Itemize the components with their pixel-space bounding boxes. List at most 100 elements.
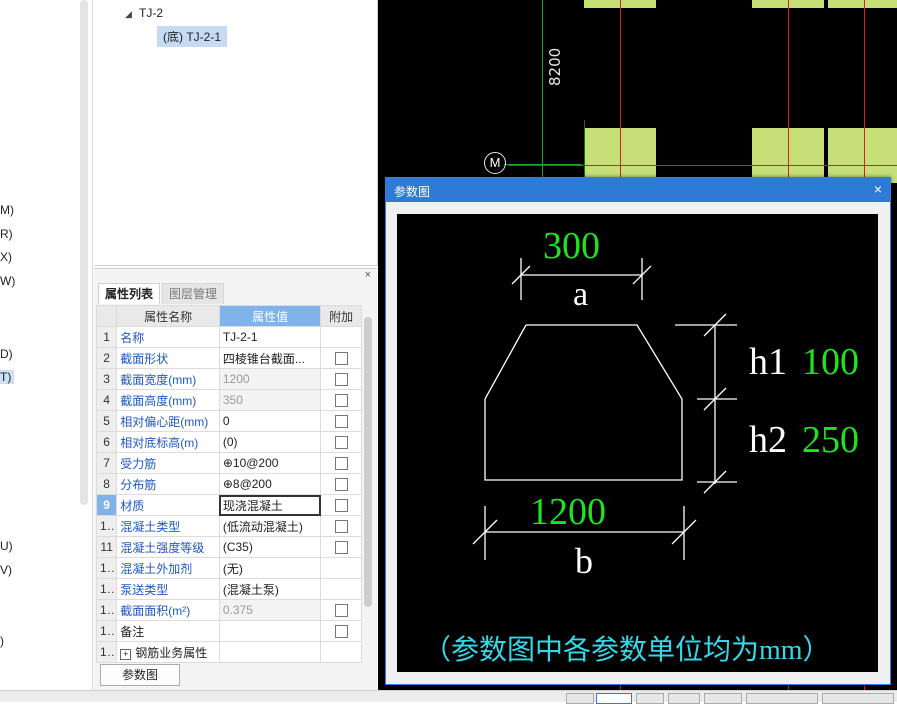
dim-value-top-width: 300	[543, 225, 600, 267]
property-row[interactable]: 2 截面形状 四棱锥台截面...	[95, 347, 362, 369]
extra-checkbox[interactable]	[334, 394, 348, 408]
property-value[interactable]: 四棱锥台截面...	[218, 347, 322, 369]
footing-pad[interactable]	[828, 128, 897, 183]
property-name-text: 备注	[120, 624, 145, 639]
status-button[interactable]	[822, 693, 894, 704]
property-row[interactable]: 1 名称 TJ-2-1	[95, 326, 362, 348]
left-list-item[interactable]: D)	[0, 347, 13, 361]
property-name: 混凝土外加剂	[116, 557, 220, 579]
extra-checkbox[interactable]	[334, 541, 348, 555]
extra-checkbox[interactable]	[334, 520, 348, 534]
property-row[interactable]: 11 混凝土强度等级 (C35)	[95, 536, 362, 558]
left-list-item[interactable]: R)	[0, 227, 13, 241]
extra-checkbox[interactable]	[334, 373, 348, 387]
left-list-item[interactable]: V)	[0, 563, 12, 577]
property-value[interactable]	[218, 641, 322, 663]
property-row[interactable]: 6 相对底标高(m) (0)	[95, 431, 362, 453]
property-name-text: 钢筋业务属性	[135, 645, 208, 660]
property-row[interactable]: 12 混凝土外加剂 (无)	[95, 557, 362, 579]
property-value[interactable]: (混凝土泵)	[218, 578, 322, 600]
left-list-item[interactable]: )	[0, 634, 4, 648]
left-list-item[interactable]: M)	[0, 203, 14, 217]
status-button[interactable]	[746, 693, 818, 704]
property-row[interactable]: 13 泵送类型 (混凝土泵)	[95, 578, 362, 600]
property-value[interactable]: (低流动混凝土)	[218, 515, 322, 537]
extra-checkbox[interactable]	[334, 352, 348, 366]
property-name: 名称	[116, 326, 220, 348]
property-extra	[320, 389, 362, 411]
property-row[interactable]: 5 相对偏心距(mm) 0	[95, 410, 362, 432]
left-list-item[interactable]: U)	[0, 539, 13, 553]
extra-checkbox[interactable]	[334, 457, 348, 471]
property-value[interactable]: 0	[218, 410, 322, 432]
property-row[interactable]: 15 备注	[95, 620, 362, 642]
property-name-text: 混凝土类型	[120, 519, 181, 534]
param-window-titlebar[interactable]: 参数图 ×	[386, 178, 890, 202]
property-value[interactable]: 350	[218, 389, 322, 411]
property-scrollbar[interactable]	[364, 317, 372, 607]
status-button[interactable]	[704, 693, 742, 704]
expand-plus-icon[interactable]: +	[120, 648, 132, 660]
property-value[interactable]	[218, 620, 322, 642]
tab-layer-management[interactable]: 图层管理	[162, 283, 225, 304]
close-icon[interactable]: ×	[874, 181, 882, 197]
property-value[interactable]: 0.375	[218, 599, 322, 621]
status-button[interactable]	[636, 693, 664, 704]
property-name: 分布筋	[116, 473, 220, 495]
property-row[interactable]: 16 + 钢筋业务属性	[95, 641, 362, 663]
extra-checkbox[interactable]	[334, 499, 348, 513]
left-list-item[interactable]: T)	[0, 370, 14, 384]
property-value[interactable]: (C35)	[218, 536, 322, 558]
property-name: 混凝土强度等级	[116, 536, 220, 558]
property-value[interactable]: ⊕10@200	[218, 452, 322, 474]
property-name: + 钢筋业务属性	[116, 641, 220, 663]
dim-value-h1: 100	[802, 341, 859, 383]
property-row[interactable]: 8 分布筋 ⊕8@200	[95, 473, 362, 495]
extra-checkbox[interactable]	[334, 436, 348, 450]
row-index: 8	[95, 473, 118, 495]
property-extra	[320, 410, 362, 432]
extra-checkbox[interactable]	[334, 478, 348, 492]
collapse-triangle-icon[interactable]: ◢	[125, 9, 132, 20]
row-index: 13	[95, 578, 118, 600]
property-value[interactable]: (无)	[218, 557, 322, 579]
property-value[interactable]: ⊕8@200	[218, 473, 322, 495]
status-button[interactable]	[596, 693, 632, 704]
tree-node-tj-2[interactable]: TJ-2	[139, 6, 163, 20]
tab-property-list[interactable]: 属性列表	[98, 283, 161, 304]
extra-checkbox[interactable]	[334, 604, 348, 618]
status-button[interactable]	[668, 693, 700, 704]
left-list-item[interactable]: W)	[0, 274, 15, 288]
status-button[interactable]	[566, 693, 594, 704]
left-list-item[interactable]: X)	[0, 250, 12, 264]
extra-checkbox[interactable]	[334, 625, 348, 639]
property-rows: 1 名称 TJ-2-1 2 截面形状 四棱锥台截面... 3 截面宽度(mm) 1200 4 截面高…	[95, 326, 362, 663]
grid-line	[508, 165, 897, 166]
row-index: 2	[95, 347, 118, 369]
row-index: 16	[95, 641, 118, 663]
header-index	[95, 305, 118, 327]
extra-checkbox[interactable]	[334, 415, 348, 429]
property-value[interactable]: 现浇混凝土	[218, 494, 322, 516]
property-name: 混凝土类型	[116, 515, 220, 537]
property-name: 备注	[116, 620, 220, 642]
tree-node-tj-2-1[interactable]: (底) TJ-2-1	[157, 26, 227, 47]
row-index: 4	[95, 389, 118, 411]
header-extra: 附加	[320, 305, 362, 327]
property-value[interactable]: (0)	[218, 431, 322, 453]
footing-pad[interactable]	[828, 0, 897, 8]
property-row[interactable]: 3 截面宽度(mm) 1200	[95, 368, 362, 390]
property-extra	[320, 368, 362, 390]
property-row[interactable]: 10 混凝土类型 (低流动混凝土)	[95, 515, 362, 537]
close-icon[interactable]: ×	[365, 269, 371, 281]
property-row[interactable]: 9 材质 现浇混凝土	[95, 494, 362, 516]
property-name-text: 混凝土强度等级	[120, 540, 205, 555]
property-row[interactable]: 14 截面面积(m²) 0.375	[95, 599, 362, 621]
param-diagram-button[interactable]: 参数图	[100, 664, 180, 686]
property-value[interactable]: 1200	[218, 368, 322, 390]
left-list-scrollbar[interactable]	[80, 0, 88, 505]
property-row[interactable]: 7 受力筋 ⊕10@200	[95, 452, 362, 474]
property-value[interactable]: TJ-2-1	[218, 326, 322, 348]
property-row[interactable]: 4 截面高度(mm) 350	[95, 389, 362, 411]
component-tree: ◢ TJ-2 (底) TJ-2-1	[94, 0, 378, 266]
